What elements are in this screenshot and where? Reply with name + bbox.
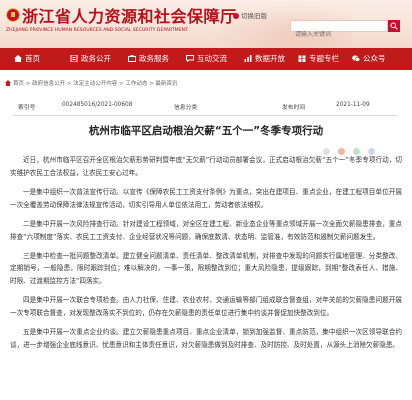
divider (12, 115, 398, 116)
search-icon (390, 22, 398, 30)
index-label: 索引号 (18, 105, 36, 111)
home-icon (14, 55, 22, 62)
search-input[interactable] (291, 29, 375, 40)
index-value: 002485016/2021-00608 (62, 102, 133, 108)
search-button[interactable] (388, 20, 400, 32)
nav-label: 政务公开 (81, 54, 111, 63)
category-label: 信息分类 (174, 105, 198, 111)
paragraph: 近日，杭州市临平区召开全区根治欠薪形势研判暨年底“无欠薪”行动动员部署会议，正式… (10, 156, 402, 177)
breadcrumb[interactable]: 首页 > 政府信息公开 > 法定主动公开内容 > 工作动态 > 最新资讯 (5, 79, 177, 87)
article-body: 近日，杭州市临平区召开全区根治欠薪形势研判暨年底“无欠薪”行动动员部署会议，正式… (10, 154, 402, 358)
date-label: 发布时间 (282, 105, 306, 111)
paragraph: 三是集中检查一批问题整改清单。建立健全问题清单、责任清单、整改清单机制，对排查中… (10, 251, 402, 286)
nav-item-open-data[interactable]: 数据开放 (244, 48, 285, 70)
nav-item-official-account[interactable]: 公众号 (352, 48, 386, 70)
paragraph: 四是集中开展一次联合专项检查。由人力社保、住建、农业农村、交通运输等部门组成联合… (10, 296, 402, 318)
nav-label: 首页 (25, 54, 40, 63)
share-bar (320, 140, 398, 155)
switch-old-version-link[interactable]: 切换旧版 (233, 10, 267, 20)
main-nav: 首页 政务公开 政务服务 互动交流 数据开放 专题专栏 公众号 (0, 48, 412, 70)
switch-icon (233, 13, 239, 19)
article-meta: 索引号 002485016/2021-00608 信息分类 发布时间 2021-… (12, 102, 398, 112)
paragraph: 二是集中开展一次风险排查行动。针对建设工程领域，对全区在建工程、新业态企业等重点… (10, 219, 402, 241)
nav-item-special-topics[interactable]: 专题专栏 (298, 48, 339, 70)
date-value: 2021-11-09 (336, 102, 370, 108)
nav-label: 政务服务 (139, 54, 169, 63)
national-emblem-icon (6, 8, 20, 22)
nav-label: 互动交流 (197, 54, 227, 63)
chat-icon (186, 55, 194, 62)
site-subtitle: ZHEJIANG PROVINCE HUMAN RESOURCES AND SO… (6, 28, 188, 33)
nav-label: 公众号 (363, 54, 386, 63)
search-box (290, 20, 388, 40)
topics-icon (298, 55, 306, 62)
service-icon (128, 55, 136, 62)
paragraph: 一是集中组织一次普法宣传行动。以宣传《保障农民工工资支付条例》为重点，突出在建项… (10, 187, 402, 209)
nav-item-interaction[interactable]: 互动交流 (186, 48, 227, 70)
nav-item-home[interactable]: 首页 (14, 48, 40, 70)
breadcrumb-path[interactable]: 首页 > 政府信息公开 > 法定主动公开内容 > 工作动态 > 最新资讯 (13, 81, 177, 87)
site-header: 浙江省人力资源和社会保障厅 ZHEJIANG PROVINCE HUMAN RE… (0, 0, 412, 48)
data-icon (244, 55, 252, 62)
nav-label: 专题专栏 (309, 54, 339, 63)
document-icon (70, 55, 78, 62)
article-title: 杭州市临平区启动根治欠薪“五个一”冬季专项行动 (88, 125, 324, 137)
nav-label: 数据开放 (255, 54, 285, 63)
nav-item-public-affairs[interactable]: 政务公开 (70, 48, 111, 70)
site-title[interactable]: 浙江省人力资源和社会保障厅 (22, 3, 237, 27)
nav-item-gov-services[interactable]: 政务服务 (128, 48, 169, 70)
switch-old-version-label: 切换旧版 (241, 12, 267, 20)
paragraph: 五是集中开展一次重点企业约谈。建立欠薪隐患重点项目、重点企业清单，锁到加强监督、… (10, 328, 402, 349)
wechat-icon (352, 55, 360, 62)
home-icon (5, 80, 11, 86)
